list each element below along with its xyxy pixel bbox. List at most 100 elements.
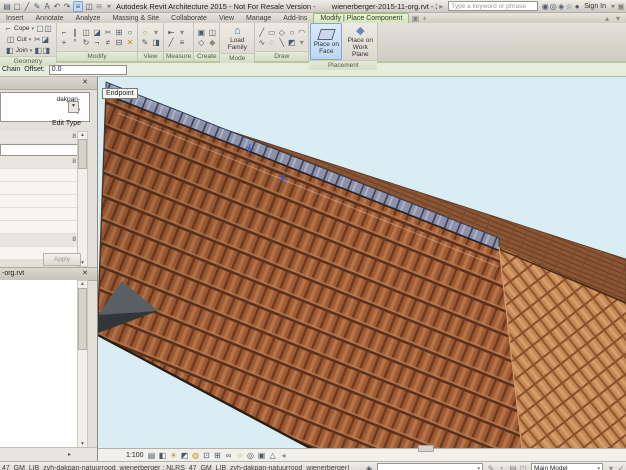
cope-dropdown-icon[interactable]: ▾ (32, 26, 35, 32)
split-icon[interactable]: ✂ (103, 28, 113, 37)
tab-modify-place-component[interactable]: Modify | Place Component (313, 13, 409, 23)
menu-grid-icon[interactable]: ▤ (3, 2, 11, 11)
property-row[interactable] (0, 208, 79, 221)
workset-status-icon[interactable]: ◔ (497, 464, 505, 470)
join-dropdown-icon[interactable]: ▾ (30, 48, 33, 54)
property-group-row[interactable]: 8 (0, 156, 79, 169)
detail-level-icon[interactable]: ▤ (148, 451, 156, 460)
property-value-input[interactable] (0, 144, 79, 156)
offset-icon[interactable]: ∥ (70, 28, 80, 37)
contextual-tab-icon[interactable]: ▣ (411, 14, 419, 23)
draw-scroll-icon[interactable]: ▾ (297, 38, 306, 47)
signin-dropdown-icon[interactable]: ▾ (609, 2, 617, 11)
subscription-icon[interactable]: ◎ (549, 2, 557, 11)
ribbon-options-icon[interactable]: ▾ (614, 14, 622, 23)
project-browser-scrollbar[interactable]: ▲ ▼ (77, 280, 88, 448)
pencil-icon[interactable]: ✎ (33, 2, 41, 11)
cut-dropdown-icon[interactable]: ▾ (29, 37, 32, 43)
properties-scrollbar[interactable]: ▲ ▼ (77, 131, 88, 267)
aligned-dim-icon[interactable]: ≡ (177, 38, 187, 47)
qat-customize-icon[interactable]: ▾ (105, 2, 113, 11)
temp-view-properties-icon[interactable]: ▣ (258, 451, 266, 460)
linework-icon[interactable]: ✎ (140, 38, 150, 47)
move-icon[interactable]: + (59, 38, 69, 47)
cut-extra-icon[interactable]: ◪ (41, 35, 49, 44)
copy-icon[interactable]: ° (70, 38, 80, 47)
property-row[interactable] (0, 182, 79, 195)
worksharing-display-icon[interactable]: ◎ (247, 451, 255, 460)
hide-isolate-icon[interactable]: ∞ (225, 451, 233, 460)
property-group-row[interactable]: 8 (0, 234, 79, 247)
project-browser-header[interactable]: -org.rvt ✕ (0, 267, 97, 281)
chain-checkbox-label[interactable]: Chain (2, 66, 20, 73)
cope-button[interactable]: ⌐ Cope ▾ ▢◫ (4, 24, 52, 33)
join-extra-icon[interactable]: ◨ (42, 46, 50, 55)
reveal-hidden-icon[interactable]: ○ (236, 451, 244, 460)
join-icon[interactable]: ◧ (34, 46, 42, 55)
draw-polygon-icon[interactable]: ◇ (277, 28, 286, 37)
create-similar-icon[interactable]: ◫ (207, 28, 217, 37)
create-group-icon[interactable]: ▣ (196, 28, 206, 37)
search-binoculars-icon[interactable]: ◉ (541, 2, 549, 11)
select-toggle-icon[interactable]: ✓ (617, 464, 625, 470)
measure-extra-icon[interactable]: ▾ (177, 28, 187, 37)
measure-icon[interactable]: ≡ (73, 1, 83, 12)
tab-view[interactable]: View (213, 14, 240, 23)
property-row[interactable] (0, 221, 79, 234)
pick-face-icon[interactable]: ◩ (287, 38, 296, 47)
place-on-work-plane-button[interactable]: ◆ Place on Work Plane (344, 23, 376, 60)
exclude-options-icon[interactable]: ◫ (519, 464, 527, 470)
filter-icon[interactable]: ▾ (607, 464, 615, 470)
apply-button[interactable]: Apply (43, 253, 81, 266)
tab-plus-icon[interactable]: + (420, 14, 428, 23)
properties-close-icon[interactable]: ✕ (82, 78, 88, 87)
join-button[interactable]: ◧ Join ▾ ◧◨ (6, 46, 50, 55)
favorites-star-icon[interactable]: ☆ (565, 2, 573, 11)
tab-analyze[interactable]: Analyze (70, 14, 107, 23)
draw-rectangle-icon[interactable]: ▭ (267, 28, 276, 37)
draw-line-icon[interactable]: ╱ (257, 28, 266, 37)
sun-path-icon[interactable]: ☀ (170, 451, 178, 460)
cut-geometry-icon[interactable]: ✂ (33, 35, 41, 44)
create-assembly-icon[interactable]: ◇ (196, 38, 206, 47)
user-icon[interactable]: ● (573, 2, 581, 11)
scale-button[interactable]: 1:100 (126, 452, 144, 459)
thin-lines-icon[interactable]: ≋ (95, 2, 103, 11)
properties-palette-header[interactable]: ✕ (0, 77, 97, 90)
pin-icon[interactable]: ○ (125, 28, 135, 37)
drawing-canvas[interactable]: Endpoint (98, 77, 626, 449)
pick-line-icon[interactable]: ╲ (277, 38, 286, 47)
measure-line-icon[interactable]: ⇤ (166, 28, 176, 37)
undo-icon[interactable]: ↶ (53, 2, 61, 11)
paint-icon[interactable]: ◨ (151, 38, 161, 47)
visual-style-icon[interactable]: ◧ (159, 451, 167, 460)
type-selector-dropdown-icon[interactable]: ▼ (68, 101, 79, 113)
lightbulb-icon[interactable]: ○ (140, 28, 150, 37)
help-icon[interactable]: ▣ (617, 2, 625, 11)
scale-icon[interactable]: ≠ (103, 38, 113, 47)
draw-arc-icon[interactable]: ◠ (297, 28, 306, 37)
crop-view-icon[interactable]: ⊡ (203, 451, 211, 460)
create-parts-icon[interactable]: ◆ (207, 38, 217, 47)
view-extra-icon[interactable]: ▾ (151, 28, 161, 37)
project-browser-hscrollbar[interactable]: ▸ (0, 447, 97, 461)
tab-manage[interactable]: Manage (240, 14, 277, 23)
splitter-handle[interactable] (418, 445, 434, 452)
dimension-icon[interactable]: ╱ (166, 38, 176, 47)
workset-dropdown[interactable]: ▾ (377, 463, 483, 470)
crop-region-icon[interactable]: ⊞ (214, 451, 222, 460)
communication-icon[interactable]: ◈ (557, 2, 565, 11)
drawing-area[interactable]: Endpoint 1:100 ▤◧☀◩◍⊡⊞∞○◎▣△◂ (98, 77, 626, 461)
tab-insert[interactable]: Insert (0, 14, 30, 23)
cope-extra-icon[interactable]: ◫ (44, 24, 52, 33)
scroll-thumb[interactable] (78, 139, 87, 169)
cut-button[interactable]: ◫ Cut ▾ ✂◪ (7, 35, 50, 44)
scroll-thumb[interactable] (78, 288, 87, 350)
tab-annotate[interactable]: Annotate (30, 14, 70, 23)
text-tool-icon[interactable]: A (43, 2, 51, 11)
unpin-icon[interactable]: ⊟ (114, 38, 124, 47)
edit-type-button[interactable]: Edit Type (52, 120, 81, 127)
sign-in-button[interactable]: Sign In (584, 3, 606, 10)
array-icon[interactable]: ⊞ (114, 28, 124, 37)
property-group-row[interactable]: 8 (0, 131, 79, 144)
